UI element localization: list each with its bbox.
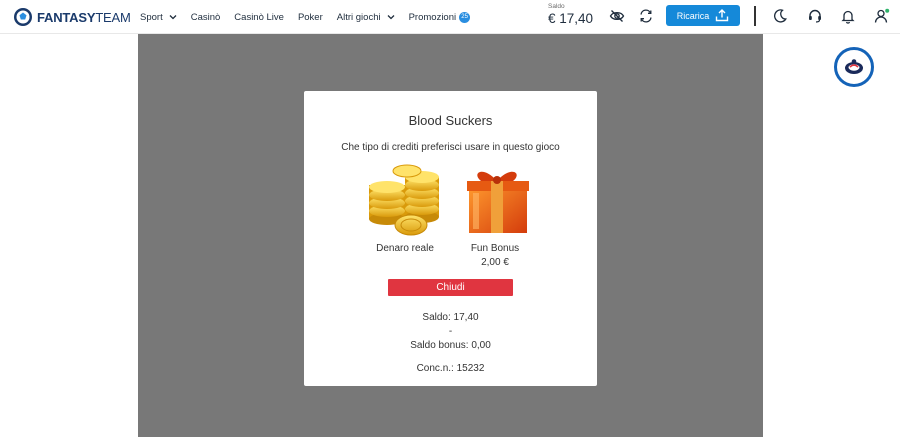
top-navigation-bar: FANTASYTEAM Sport Casinò Casinò Live Pok… — [0, 0, 900, 34]
fun-bonus-label: Fun Bonus — [470, 243, 520, 254]
main-nav: Sport Casinò Casinò Live Poker Altri gio… — [140, 0, 484, 34]
nav-casino[interactable]: Casinò — [191, 12, 221, 23]
logo-text: FANTASYTEAM — [37, 10, 131, 25]
saldo-text: Saldo: 17,40 — [422, 312, 479, 323]
concession-number: Conc.n.: 15232 — [416, 363, 485, 374]
promo-count-badge: 25 — [459, 11, 471, 23]
credit-choice-dialog: Blood Suckers Che tipo di crediti prefer… — [304, 91, 597, 386]
hide-balance-icon[interactable] — [608, 7, 626, 25]
close-button-label: Chiudi — [436, 282, 465, 293]
nav-promozioni[interactable]: Promozioni 25 — [408, 11, 471, 23]
saldo-bonus-text: Saldo bonus: 0,00 — [410, 340, 491, 351]
recharge-label: Ricarica — [676, 10, 710, 21]
nav-promozioni-label: Promozioni — [408, 11, 457, 23]
soccer-ball-icon — [14, 8, 32, 26]
refresh-icon[interactable] — [637, 7, 655, 25]
fun-bonus-option[interactable]: Fun Bonus 2,00 € — [459, 163, 531, 268]
balance-label: Saldo — [548, 3, 565, 10]
balance-display: Saldo € 17,40 — [548, 3, 593, 26]
live-chat-icon — [845, 59, 863, 74]
gift-box-icon — [467, 171, 529, 233]
chevron-down-icon — [169, 15, 177, 20]
real-money-label: Denaro reale — [376, 243, 434, 254]
logo-suffix: TEAM — [95, 9, 131, 25]
balance-value: € 17,40 — [548, 11, 594, 26]
close-button[interactable]: Chiudi — [388, 279, 513, 296]
fun-bonus-amount: 2,00 € — [481, 257, 509, 268]
nav-casino-label: Casinò — [190, 11, 221, 23]
dark-mode-icon[interactable] — [771, 7, 789, 25]
nav-sport[interactable]: Sport — [140, 12, 177, 23]
chevron-down-icon — [387, 15, 395, 20]
user-icon[interactable] — [873, 7, 891, 25]
dialog-question: Che tipo di crediti preferisci usare in … — [341, 142, 560, 153]
dialog-title: Blood Suckers — [408, 113, 493, 128]
fantasyteam-logo[interactable]: FANTASYTEAM — [13, 7, 131, 27]
upload-icon — [716, 9, 729, 22]
stats-separator: - — [448, 326, 453, 337]
recharge-button[interactable]: Ricarica — [666, 5, 740, 26]
nav-altri-giochi-label: Altri giochi — [336, 11, 381, 23]
nav-poker[interactable]: Poker — [298, 12, 323, 23]
bell-icon[interactable] — [839, 7, 857, 25]
live-chat-button[interactable] — [834, 47, 874, 87]
logo-brand: FANTASY — [37, 9, 96, 25]
header-divider — [754, 6, 756, 26]
support-icon[interactable] — [806, 7, 824, 25]
nav-poker-label: Poker — [297, 11, 323, 23]
nav-casino-live-label: Casinò Live — [234, 11, 284, 23]
gold-coins-icon — [369, 164, 439, 236]
real-money-option[interactable]: Denaro reale — [367, 163, 443, 254]
nav-casino-live[interactable]: Casinò Live — [234, 12, 284, 23]
nav-sport-label: Sport — [140, 11, 163, 23]
nav-altri-giochi[interactable]: Altri giochi — [337, 12, 395, 23]
